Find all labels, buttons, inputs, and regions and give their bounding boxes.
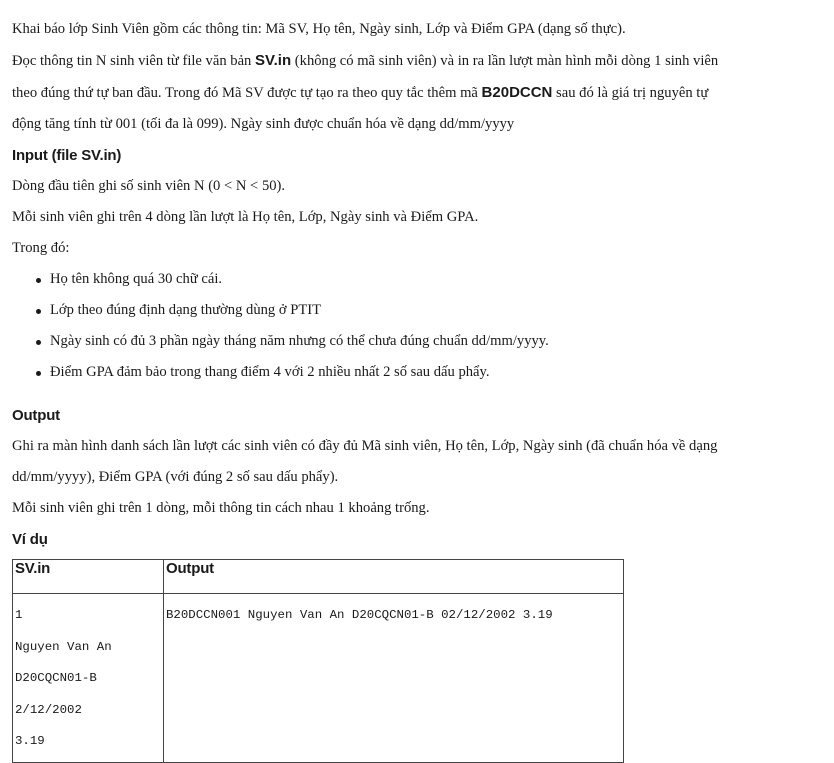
problem-statement: Khai báo lớp Sinh Viên gồm các thông tin… [0, 0, 834, 763]
example-input-line: D20CQCN01-B [15, 671, 97, 685]
intro-text: Đọc thông tin N sinh viên từ file văn bả… [12, 53, 255, 69]
input-line: Dòng đầu tiên ghi số sinh viên N (0 < N … [12, 178, 286, 194]
column-header-input: SV.in [12, 559, 164, 594]
output-line: Mỗi sinh viên ghi trên 1 dòng, mỗi thông… [12, 500, 430, 516]
list-item: Điểm GPA đảm bảo trong thang điểm 4 với … [36, 357, 834, 388]
example-input-line: 1 [15, 608, 23, 622]
intro-line-4: động tăng tính từ 001 (tối đa là 099). N… [12, 116, 515, 132]
example-input-line: Nguyen Van An [15, 639, 112, 654]
student-code-prefix: B20DCCN [481, 84, 553, 101]
intro-line-1: Khai báo lớp Sinh Viên gồm các thông tin… [12, 21, 626, 37]
example-input-line: 3.19 [15, 734, 45, 748]
intro-text: theo đúng thứ tự ban đầu. Trong đó Mã SV… [12, 85, 482, 101]
column-header-output: Output [163, 559, 624, 594]
table-header-row: SV.in Output [12, 559, 624, 594]
table-row: 1 Nguyen Van An D20CQCN01-B 2/12/2002 3.19 B… [12, 593, 624, 763]
intro-text: sau đó là giá trị nguyên tự [552, 85, 709, 101]
input-heading: Input (file SV.in) [12, 147, 122, 164]
intro-line-2: Đọc thông tin N sinh viên từ file văn bả… [12, 45, 834, 77]
output-heading: Output [12, 407, 60, 424]
example-heading: Ví dụ [12, 531, 48, 548]
output-line: Ghi ra màn hình danh sách lần lượt các s… [12, 438, 718, 454]
example-output-line: B20DCCN001 Nguyen Van An D20CQCN01-B 02/… [166, 608, 553, 622]
input-constraints-list: Họ tên không quá 30 chữ cái. Lớp theo đú… [12, 264, 834, 388]
input-line: Mỗi sinh viên ghi trên 4 dòng lần lượt l… [12, 209, 479, 225]
list-item: Họ tên không quá 30 chữ cái. [36, 264, 834, 295]
input-line: Trong đó: [12, 240, 70, 256]
example-table: SV.in Output 1 Nguyen Van An D20CQCN01-B 2/… [12, 559, 624, 763]
list-item: Lớp theo đúng định dạng thường dùng ở PT… [36, 295, 834, 326]
intro-line-3: theo đúng thứ tự ban đầu. Trong đó Mã SV… [12, 77, 834, 109]
example-output-cell: B20DCCN001 Nguyen Van An D20CQCN01-B 02/… [163, 593, 624, 763]
intro-text: (không có mã sinh viên) và in ra lần lượ… [291, 53, 719, 69]
output-line: dd/mm/yyyy), Điểm GPA (với đúng 2 số sau… [12, 469, 339, 485]
list-item: Ngày sinh có đủ 3 phần ngày tháng năm nh… [36, 326, 834, 357]
example-input-line: 2/12/2002 [15, 702, 82, 717]
example-input-cell: 1 Nguyen Van An D20CQCN01-B 2/12/2002 3.19 [12, 593, 164, 763]
input-file-name: SV.in [255, 52, 292, 69]
